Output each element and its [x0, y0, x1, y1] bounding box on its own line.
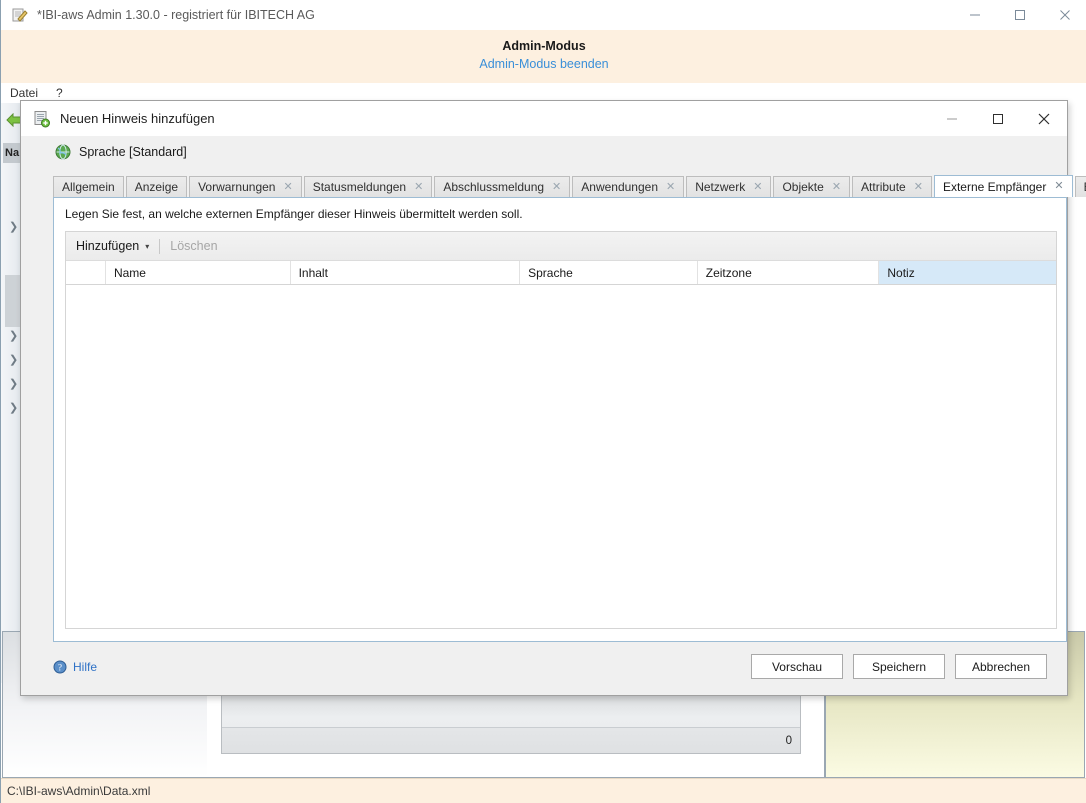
tab-label: Externe Empfänger [943, 180, 1046, 194]
tab-label: Objekte [782, 180, 823, 194]
delete-recipient-label: Löschen [170, 239, 217, 253]
app-pencil-document-icon [11, 6, 29, 24]
grid-toolbar: Hinzufügen ▾ Löschen [66, 232, 1056, 261]
tab-label: Statusmeldungen [313, 180, 406, 194]
grid-column-inhalt[interactable]: Inhalt [291, 261, 521, 284]
grid-column-label: Notiz [887, 266, 914, 280]
delete-recipient-button[interactable]: Löschen [170, 239, 217, 253]
tab-label: Abschlussmeldung [443, 180, 544, 194]
tree-chevron-icon[interactable]: ❯ [9, 354, 19, 366]
tab-attribute[interactable]: Attribute ✕ [852, 176, 932, 197]
add-hint-dialog: Neuen Hinweis hinzufügen [20, 100, 1068, 696]
grid-column-label: Name [114, 266, 146, 280]
panel-description: Legen Sie fest, an welche externen Empfä… [65, 207, 523, 221]
admin-mode-exit-link[interactable]: Admin-Modus beenden [1, 54, 1086, 75]
tab-label: Vorwarnungen [198, 180, 275, 194]
statusbar-path: C:\IBI-aws\Admin\Data.xml [7, 784, 150, 798]
tab-abschlussmeldung[interactable]: Abschlussmeldung ✕ [434, 176, 570, 197]
grid-header-row: Name Inhalt Sprache Zeitzone Notiz [66, 261, 1056, 285]
background-center-grid: 0 [221, 692, 801, 754]
help-label: Hilfe [73, 660, 97, 674]
tree-chevron-icon[interactable]: ❯ [9, 330, 19, 342]
grid-column-label: Sprache [528, 266, 573, 280]
svg-text:?: ? [58, 663, 62, 673]
help-circle-icon: ? [53, 660, 67, 674]
tree-chevron-icon[interactable]: ❯ [9, 402, 19, 414]
tab-anwendungen[interactable]: Anwendungen ✕ [572, 176, 684, 197]
tab-close-icon[interactable]: ✕ [914, 182, 923, 193]
dialog-tabbar: Allgemein Anzeige Vorwarnungen ✕ Statusm… [53, 175, 1067, 197]
main-minimize-icon[interactable] [952, 0, 997, 31]
main-window-controls [952, 0, 1086, 31]
grid-column-notiz[interactable]: Notiz [879, 261, 1056, 284]
tab-allgemein[interactable]: Allgemein [53, 176, 124, 197]
grid-column-label: Zeitzone [706, 266, 752, 280]
globe-icon [55, 144, 71, 160]
tab-label: Netzwerk [695, 180, 745, 194]
statusbar: C:\IBI-aws\Admin\Data.xml [1, 778, 1086, 803]
recipients-grid: Hinzufügen ▾ Löschen Name [65, 231, 1057, 629]
language-row[interactable]: Sprache [Standard] [21, 136, 1067, 168]
add-recipient-button[interactable]: Hinzufügen ▾ [76, 239, 149, 253]
tab-anzeige[interactable]: Anzeige [126, 176, 187, 197]
dialog-maximize-icon[interactable] [975, 101, 1021, 136]
chevron-down-icon: ▾ [145, 242, 149, 251]
tab-close-icon[interactable]: ✕ [753, 182, 762, 193]
main-maximize-icon[interactable] [997, 0, 1042, 31]
grid-column-checkbox[interactable] [66, 261, 106, 284]
tab-close-icon[interactable]: ✕ [832, 182, 841, 193]
tab-statusmeldungen[interactable]: Statusmeldungen ✕ [304, 176, 433, 197]
tab-close-icon[interactable]: ✕ [1054, 181, 1063, 192]
tab-close-icon[interactable]: ✕ [666, 182, 675, 193]
tab-objekte[interactable]: Objekte ✕ [773, 176, 850, 197]
save-button[interactable]: Speichern [853, 654, 945, 679]
dialog-close-icon[interactable] [1021, 101, 1067, 136]
tab-label: Anzeige [135, 180, 178, 194]
application-window: *IBI-aws Admin 1.30.0 - registriert für … [0, 0, 1086, 803]
admin-mode-banner: Admin-Modus Admin-Modus beenden [1, 31, 1086, 83]
language-label: Sprache [Standard] [79, 145, 187, 159]
tab-label: Allgemein [62, 180, 115, 194]
dialog-title: Neuen Hinweis hinzufügen [60, 111, 215, 126]
cancel-button[interactable]: Abbrechen [955, 654, 1047, 679]
dialog-action-buttons: Vorschau Speichern Abbrechen [751, 654, 1047, 679]
grid-column-name[interactable]: Name [106, 261, 291, 284]
dialog-titlebar: Neuen Hinweis hinzufügen [21, 101, 1067, 136]
dialog-footer: ? Hilfe Vorschau Speichern Abbrechen [21, 643, 1067, 695]
tab-close-icon[interactable]: ✕ [552, 182, 561, 193]
add-recipient-label: Hinzufügen [76, 239, 139, 253]
tab-label: Anwendungen [581, 180, 658, 194]
help-link[interactable]: ? Hilfe [53, 660, 97, 674]
tab-label: Attribute [861, 180, 906, 194]
grid-column-zeitzone[interactable]: Zeitzone [698, 261, 880, 284]
grid-column-sprache[interactable]: Sprache [520, 261, 698, 284]
tree-chevron-icon[interactable]: ❯ [9, 378, 19, 390]
admin-mode-title: Admin-Modus [1, 38, 1086, 54]
tab-erweitert[interactable]: Erweitert [1075, 176, 1086, 197]
add-document-icon [33, 110, 51, 128]
dialog-minimize-icon[interactable] [929, 101, 975, 136]
tab-externe-empfaenger[interactable]: Externe Empfänger ✕ [934, 175, 1073, 197]
background-grid-count: 0 [222, 727, 800, 753]
tab-close-icon[interactable]: ✕ [414, 182, 423, 193]
tab-vorwarnungen[interactable]: Vorwarnungen ✕ [189, 176, 302, 197]
toolbar-separator [159, 239, 160, 254]
grid-column-label: Inhalt [299, 266, 328, 280]
main-titlebar: *IBI-aws Admin 1.30.0 - registriert für … [1, 0, 1086, 31]
preview-button[interactable]: Vorschau [751, 654, 843, 679]
tab-close-icon[interactable]: ✕ [283, 182, 292, 193]
tab-content-panel: Legen Sie fest, an welche externen Empfä… [53, 197, 1067, 642]
tree-chevron-icon[interactable]: ❯ [9, 221, 19, 233]
tab-netzwerk[interactable]: Netzwerk ✕ [686, 176, 771, 197]
app-title: *IBI-aws Admin 1.30.0 - registriert für … [37, 8, 315, 22]
main-close-icon[interactable] [1042, 0, 1086, 31]
dialog-window-controls [929, 101, 1067, 136]
